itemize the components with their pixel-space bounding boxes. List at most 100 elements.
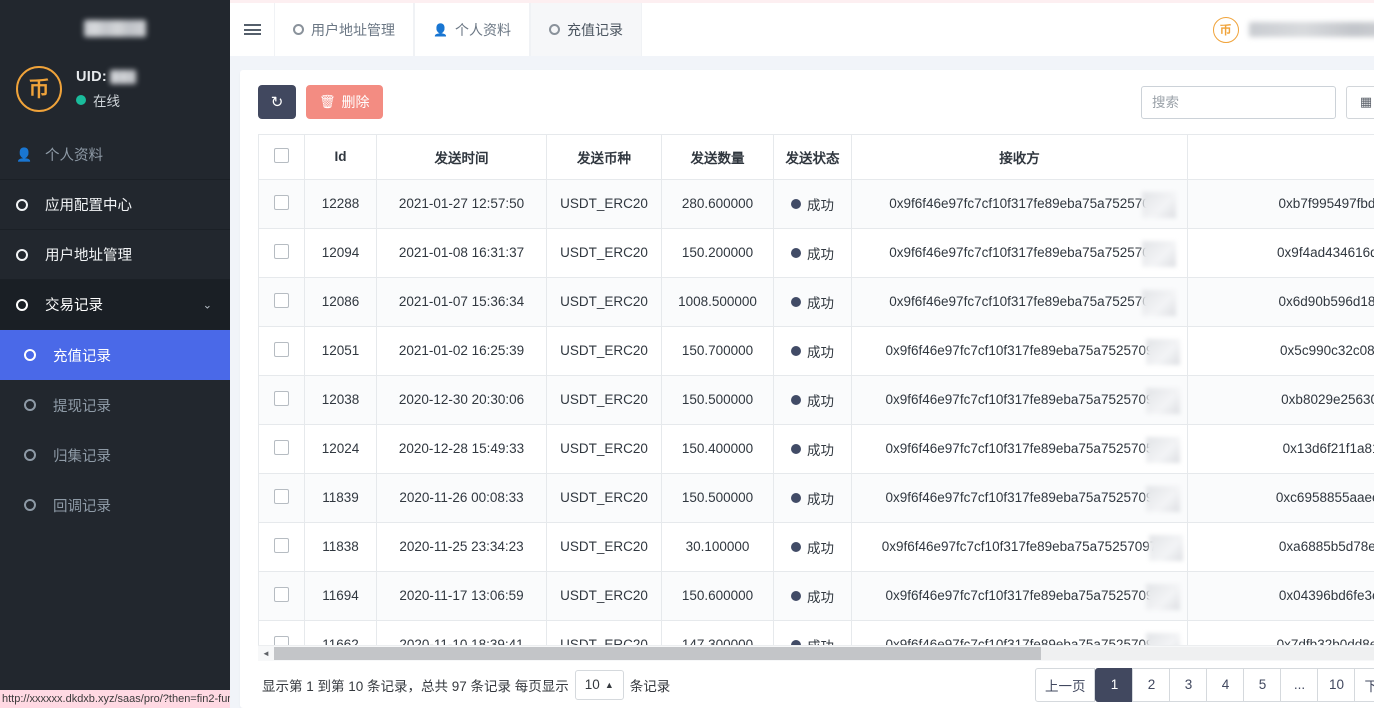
row-select-cell [258, 325, 305, 376]
cell-extra: 0x13d6f21f1a8195cbe08 [1187, 423, 1374, 474]
page-number-1[interactable]: 1 [1095, 667, 1134, 702]
cell-id: 12094 [304, 227, 377, 278]
row-select-cell [258, 276, 305, 327]
page-next-button[interactable]: 下一页 [1354, 667, 1374, 702]
sidebar-item-profile[interactable]: 👤 个人资料 [0, 130, 230, 180]
table-horizontal-scrollbar[interactable]: ◄ ► [258, 645, 1374, 661]
refresh-button[interactable]: ↻ [258, 85, 296, 119]
sidebar-item-collection-records[interactable]: 归集记录 [0, 430, 230, 480]
sidebar: 币 UID: 在线 👤 个人资料 应用配置中心 用户地址管理 交易记录 ⌄ 充值… [0, 0, 230, 708]
table-row[interactable]: 12086 2021-01-07 15:36:34 USDT_ERC20 1008.5… [258, 276, 1374, 327]
status-dot-icon [791, 198, 801, 209]
receiver-redacted-block [1145, 339, 1180, 365]
cell-coin: USDT_ERC20 [546, 374, 662, 425]
cell-time: 2020-11-26 00:08:33 [376, 472, 547, 523]
cell-receiver: 0x9f6f46e97fc7cf10f317fe89eba75a7525709 [851, 570, 1188, 621]
status-dot-icon [791, 345, 801, 356]
status-label: 成功 [807, 295, 834, 311]
table-row[interactable]: 12038 2020-12-30 20:30:06 USDT_ERC20 150.50… [258, 374, 1374, 425]
list-view-icon-button[interactable]: ▦ [1346, 85, 1374, 119]
cell-status: 成功 [773, 276, 852, 327]
tab-label: 用户地址管理 [311, 21, 395, 38]
page-number-...[interactable]: ... [1280, 667, 1319, 702]
table-row[interactable]: 12094 2021-01-08 16:31:37 USDT_ERC20 150.20… [258, 227, 1374, 278]
row-checkbox[interactable] [274, 439, 289, 455]
cell-amount: 147.300000 [661, 619, 774, 645]
search-input[interactable] [1141, 85, 1336, 119]
page-number-4[interactable]: 4 [1206, 667, 1245, 702]
table-footer: 显示第 1 到第 10 条记录，总共 97 条记录 每页显示 10 ▲ 条记录 … [258, 661, 1374, 708]
receiver-address: 0x9f6f46e97fc7cf10f317fe89eba75a7525709 [885, 490, 1154, 505]
table-row[interactable]: 11838 2020-11-25 23:34:23 USDT_ERC20 30.100… [258, 521, 1374, 572]
col-header-time[interactable]: 发送时间 [376, 135, 547, 180]
scroll-track[interactable] [274, 647, 1374, 660]
table-row[interactable]: 12051 2021-01-02 16:25:39 USDT_ERC20 150.70… [258, 325, 1374, 376]
list-view-icon: ▦ [1359, 94, 1373, 109]
status-label: 成功 [807, 246, 834, 262]
table-body: 12288 2021-01-27 12:57:50 USDT_ERC20 280.60… [258, 178, 1374, 645]
main-area: 用户地址管理 👤 个人资料 充值记录 币 ≡ ↻ [230, 0, 1374, 708]
sidebar-item-transactions[interactable]: 交易记录 ⌄ [0, 280, 230, 330]
page-number-3[interactable]: 3 [1169, 667, 1208, 702]
row-checkbox[interactable] [274, 586, 289, 602]
row-checkbox[interactable] [274, 341, 289, 357]
row-checkbox[interactable] [274, 292, 289, 308]
row-checkbox[interactable] [274, 243, 289, 259]
table-row[interactable]: 12024 2020-12-28 15:49:33 USDT_ERC20 150.40… [258, 423, 1374, 474]
col-header-amount[interactable]: 发送数量 [661, 135, 774, 180]
scroll-thumb[interactable] [274, 647, 1041, 660]
page-number-10[interactable]: 10 [1317, 667, 1356, 702]
scroll-left-icon[interactable]: ◄ [258, 649, 274, 658]
col-header-id[interactable]: Id [304, 135, 377, 180]
cell-coin: USDT_ERC20 [546, 472, 662, 523]
cell-status: 成功 [773, 570, 852, 621]
page-number-5[interactable]: 5 [1243, 667, 1282, 702]
cell-status: 成功 [773, 521, 852, 572]
row-checkbox[interactable] [274, 537, 289, 553]
row-checkbox[interactable] [274, 488, 289, 504]
tab-user-address[interactable]: 用户地址管理 [274, 3, 414, 56]
table-row[interactable]: 12288 2021-01-27 12:57:50 USDT_ERC20 280.60… [258, 178, 1374, 229]
sidebar-item-label: 归集记录 [53, 448, 111, 465]
table-row[interactable]: 11694 2020-11-17 13:06:59 USDT_ERC20 150.60… [258, 570, 1374, 621]
col-header-status[interactable]: 发送状态 [773, 135, 852, 180]
page-prev-button[interactable]: 上一页 [1034, 667, 1096, 702]
cell-coin: USDT_ERC20 [546, 325, 662, 376]
sidebar-item-callback-records[interactable]: 回调记录 [0, 480, 230, 530]
tab-deposit-records[interactable]: 充值记录 [529, 3, 642, 56]
sidebar-item-app-config[interactable]: 应用配置中心 [0, 180, 230, 230]
toolbar-right-group: ▦ ▦▦ ▼ ⭳ ▼ 🔍 [1141, 85, 1374, 119]
sidebar-item-withdraw-records[interactable]: 提现记录 [0, 380, 230, 430]
table-row[interactable]: 11662 2020-11-10 18:39:41 USDT_ERC20 147.30… [258, 619, 1374, 645]
sidebar-item-user-address[interactable]: 用户地址管理 [0, 230, 230, 280]
cell-id: 11662 [304, 619, 377, 645]
select-all-header [258, 135, 305, 180]
sidebar-item-deposit-records[interactable]: 充值记录 [0, 330, 230, 380]
col-header-receiver[interactable]: 接收方 [851, 135, 1188, 180]
row-checkbox[interactable] [274, 635, 289, 645]
col-header-extra[interactable] [1187, 135, 1374, 180]
per-page-select[interactable]: 10 ▲ [574, 669, 624, 700]
hamburger-icon[interactable] [230, 22, 274, 38]
row-select-cell [258, 472, 305, 523]
tab-profile[interactable]: 👤 个人资料 [414, 3, 530, 56]
cell-amount: 150.600000 [661, 570, 774, 621]
select-all-checkbox[interactable] [274, 147, 289, 163]
row-checkbox[interactable] [274, 390, 289, 406]
receiver-redacted-block [1141, 241, 1176, 267]
cell-coin: USDT_ERC20 [546, 178, 662, 229]
row-checkbox[interactable] [274, 194, 289, 210]
cell-receiver: 0x9f6f46e97fc7cf10f317fe89eba75a7525709 [851, 619, 1188, 645]
uid-line: UID: [76, 69, 136, 85]
col-header-coin[interactable]: 发送币种 [546, 135, 662, 180]
table-row[interactable]: 11839 2020-11-26 00:08:33 USDT_ERC20 150.50… [258, 472, 1374, 523]
cell-id: 11839 [304, 472, 377, 523]
page-number-2[interactable]: 2 [1132, 667, 1171, 702]
delete-button[interactable]: 🗑 删除 [306, 85, 383, 119]
status-dot-icon [791, 296, 801, 307]
receiver-address: 0x9f6f46e97fc7cf10f317fe89eba75a7525709 [885, 392, 1154, 407]
circle-icon [24, 349, 44, 361]
row-select-cell [258, 619, 305, 645]
sidebar-item-label: 用户地址管理 [45, 248, 132, 264]
sidebar-user-panel: 币 UID: 在线 [0, 56, 230, 126]
